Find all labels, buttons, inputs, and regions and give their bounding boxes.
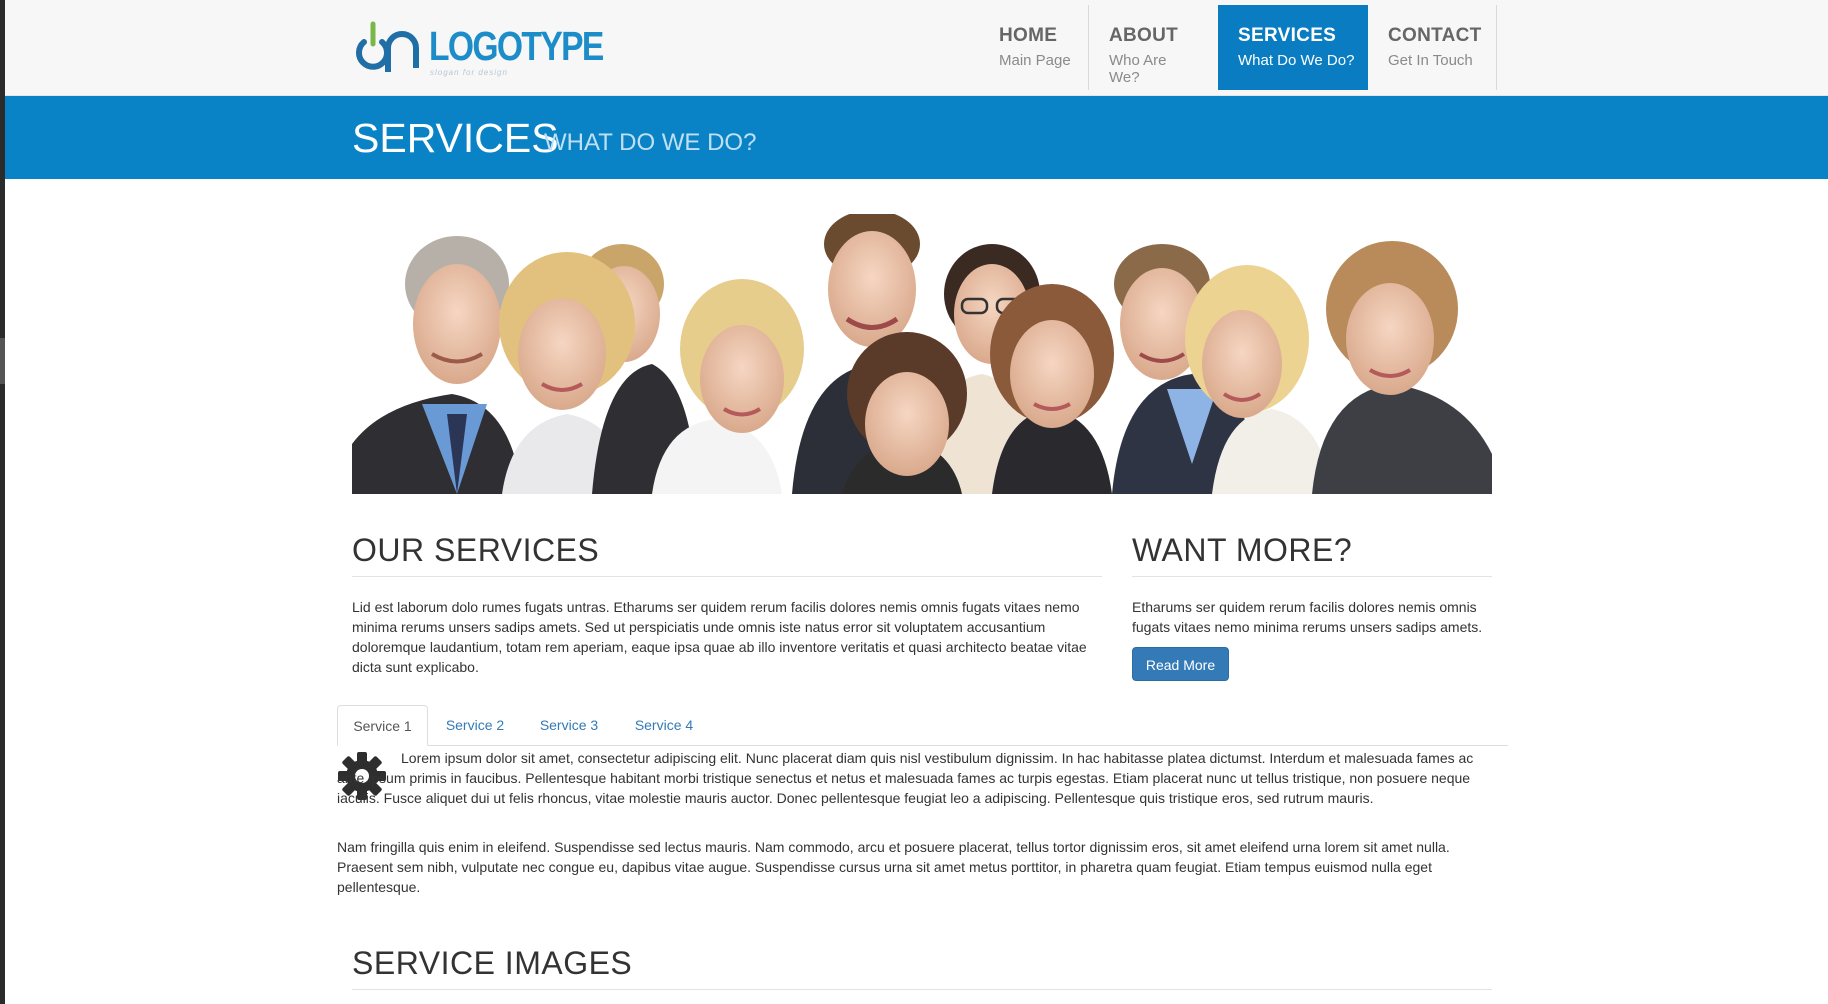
nav-home-sub: Main Page [999, 52, 1071, 69]
tab-service-1[interactable]: Service 1 [337, 705, 428, 746]
want-more-heading: WANT MORE? [1132, 532, 1353, 568]
nav-services-sub: What Do We Do? [1238, 52, 1355, 69]
tab-service-2[interactable]: Service 2 [440, 705, 510, 746]
nav-contact[interactable]: CONTACT Get In Touch [1368, 5, 1496, 90]
tab-service-4[interactable]: Service 4 [629, 705, 699, 746]
tabs-baseline [337, 745, 1508, 746]
page-title: SERVICES [352, 115, 559, 161]
scroll-marker [0, 338, 5, 384]
want-more-text: Etharums ser quidem rerum facilis dolore… [1132, 599, 1483, 635]
nav-contact-title: CONTACT [1388, 25, 1482, 46]
logo[interactable]: LOGOTYPE slogan for design [354, 18, 604, 77]
nav-about[interactable]: ABOUT Who Are We? [1089, 5, 1195, 90]
logo-text: LOGOTYPE [429, 23, 604, 69]
nav-services[interactable]: SERVICES What Do We Do? [1218, 5, 1368, 90]
our-services-text: Lid est laborum dolo rumes fugats untras… [352, 599, 1087, 675]
logo-tagline: slogan for design [430, 68, 508, 77]
nav-divider [1496, 5, 1497, 90]
tab-service-3[interactable]: Service 3 [534, 705, 604, 746]
nav-about-title: ABOUT [1109, 25, 1179, 46]
logo-power-icon [356, 21, 419, 72]
page-subtitle: WHAT DO WE DO? [544, 129, 757, 156]
nav-home[interactable]: HOME Main Page [982, 5, 1088, 90]
nav-home-title: HOME [999, 25, 1058, 46]
read-more-button[interactable]: Read More [1132, 647, 1229, 681]
our-services-heading: OUR SERVICES [352, 532, 600, 568]
tab-content-paragraph-1: Lorem ipsum dolor sit amet, consectetur … [337, 750, 1474, 806]
tab-content-paragraph-2: Nam fringilla quis enim in eleifend. Sus… [337, 839, 1450, 895]
divider [352, 989, 1492, 990]
site-header: LOGOTYPE slogan for design HOME Main Pag… [5, 0, 1828, 96]
divider [352, 576, 1102, 577]
nav-contact-sub: Get In Touch [1388, 52, 1473, 69]
hero-team-photo [352, 214, 1492, 494]
nav-services-title: SERVICES [1238, 25, 1337, 46]
service-images-heading: SERVICE IMAGES [352, 945, 633, 981]
page-title-bar: SERVICES WHAT DO WE DO? [5, 96, 1828, 179]
nav-about-sub: Who Are We? [1109, 52, 1167, 86]
divider [1132, 576, 1492, 577]
